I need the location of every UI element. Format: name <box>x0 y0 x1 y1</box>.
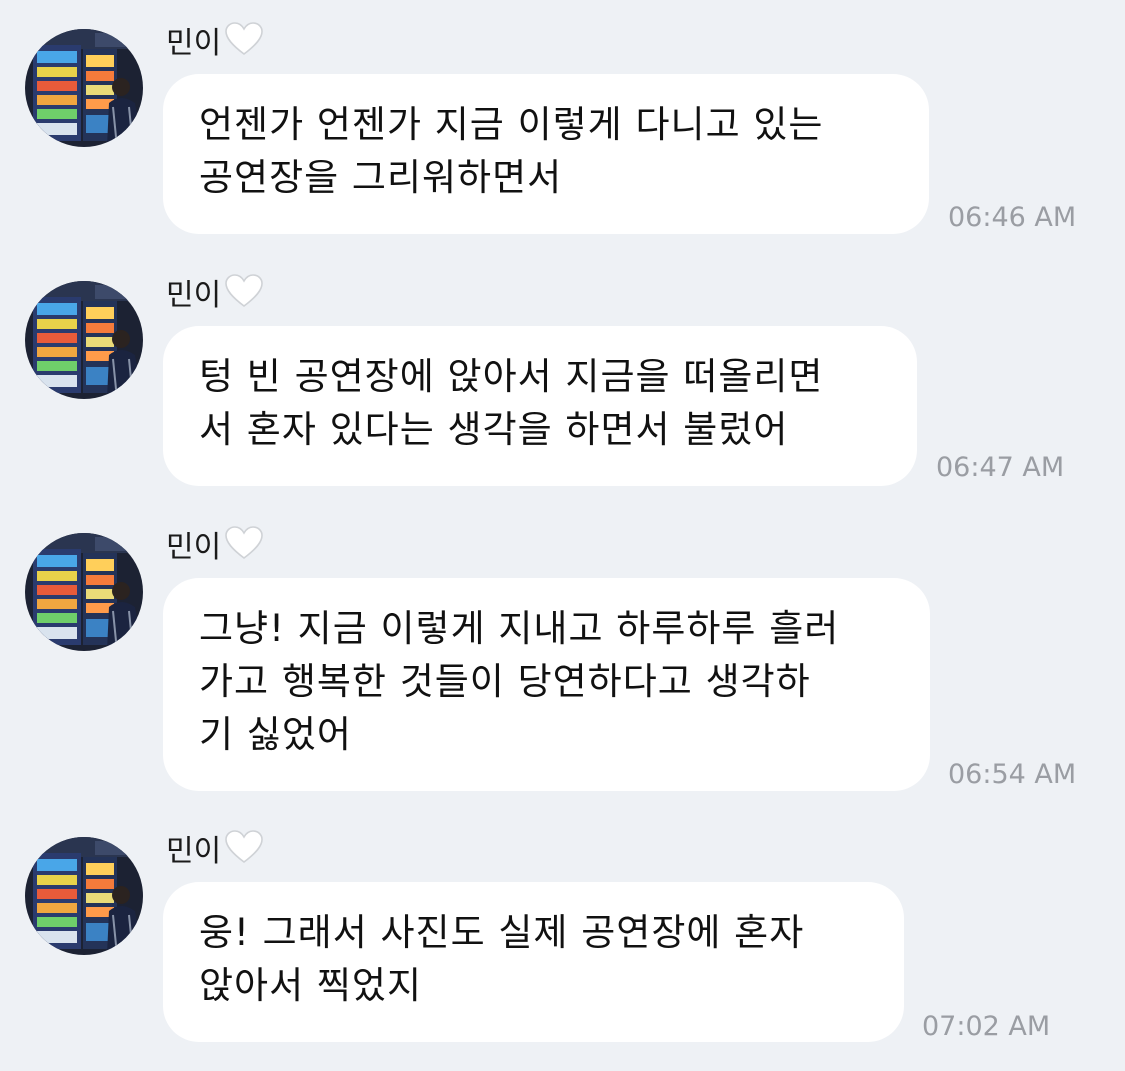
avatar[interactable] <box>25 533 143 651</box>
message-bubble[interactable]: 텅 빈 공연장에 앉아서 지금을 떠올리면 서 혼자 있다는 생각을 하면서 불… <box>163 326 917 486</box>
sender-name-label: 민이 <box>166 26 222 61</box>
sender-name: 민이 <box>166 829 264 869</box>
message-line: 웅! 그래서 사진도 실제 공연장에 혼자 <box>199 911 805 954</box>
message-timestamp: 06:47 AM <box>936 452 1065 483</box>
message-line: 앉아서 찍었지 <box>199 964 423 1007</box>
sender-name: 민이 <box>166 21 264 61</box>
message-line: 가고 행복한 것들이 당연하다고 생각하 <box>199 660 811 703</box>
message-timestamp: 06:46 AM <box>948 202 1077 233</box>
message-bubble[interactable]: 웅! 그래서 사진도 실제 공연장에 혼자 앉아서 찍었지 <box>163 882 904 1042</box>
message-bubble[interactable]: 언젠가 언젠가 지금 이렇게 다니고 있는 공연장을 그리워하면서 <box>163 74 929 234</box>
message-line: 기 싫었어 <box>199 713 352 756</box>
message-line: 서 혼자 있다는 생각을 하면서 불렀어 <box>199 408 789 451</box>
sender-name: 민이 <box>166 273 264 313</box>
chat-thread[interactable]: 민이 언젠가 언젠가 지금 이렇게 다니고 있는 공연장을 그리워하면서 06:… <box>0 0 1125 1071</box>
message-timestamp: 07:02 AM <box>922 1011 1051 1042</box>
avatar[interactable] <box>25 29 143 147</box>
white-heart-icon <box>224 273 264 320</box>
message-line: 텅 빈 공연장에 앉아서 지금을 떠올리면 <box>199 355 824 398</box>
sender-name-label: 민이 <box>166 530 222 565</box>
white-heart-icon <box>224 21 264 68</box>
message-line: 언젠가 언젠가 지금 이렇게 다니고 있는 <box>199 103 824 146</box>
sender-name-label: 민이 <box>166 278 222 313</box>
avatar[interactable] <box>25 281 143 399</box>
white-heart-icon <box>224 525 264 572</box>
sender-name-label: 민이 <box>166 834 222 869</box>
avatar[interactable] <box>25 837 143 955</box>
message-bubble[interactable]: 그냥! 지금 이렇게 지내고 하루하루 흘러 가고 행복한 것들이 당연하다고 … <box>163 578 930 791</box>
message-timestamp: 06:54 AM <box>948 759 1077 790</box>
message-line: 공연장을 그리워하면서 <box>199 156 563 199</box>
white-heart-icon <box>224 829 264 876</box>
sender-name: 민이 <box>166 525 264 565</box>
message-line: 그냥! 지금 이렇게 지내고 하루하루 흘러 <box>199 607 840 650</box>
